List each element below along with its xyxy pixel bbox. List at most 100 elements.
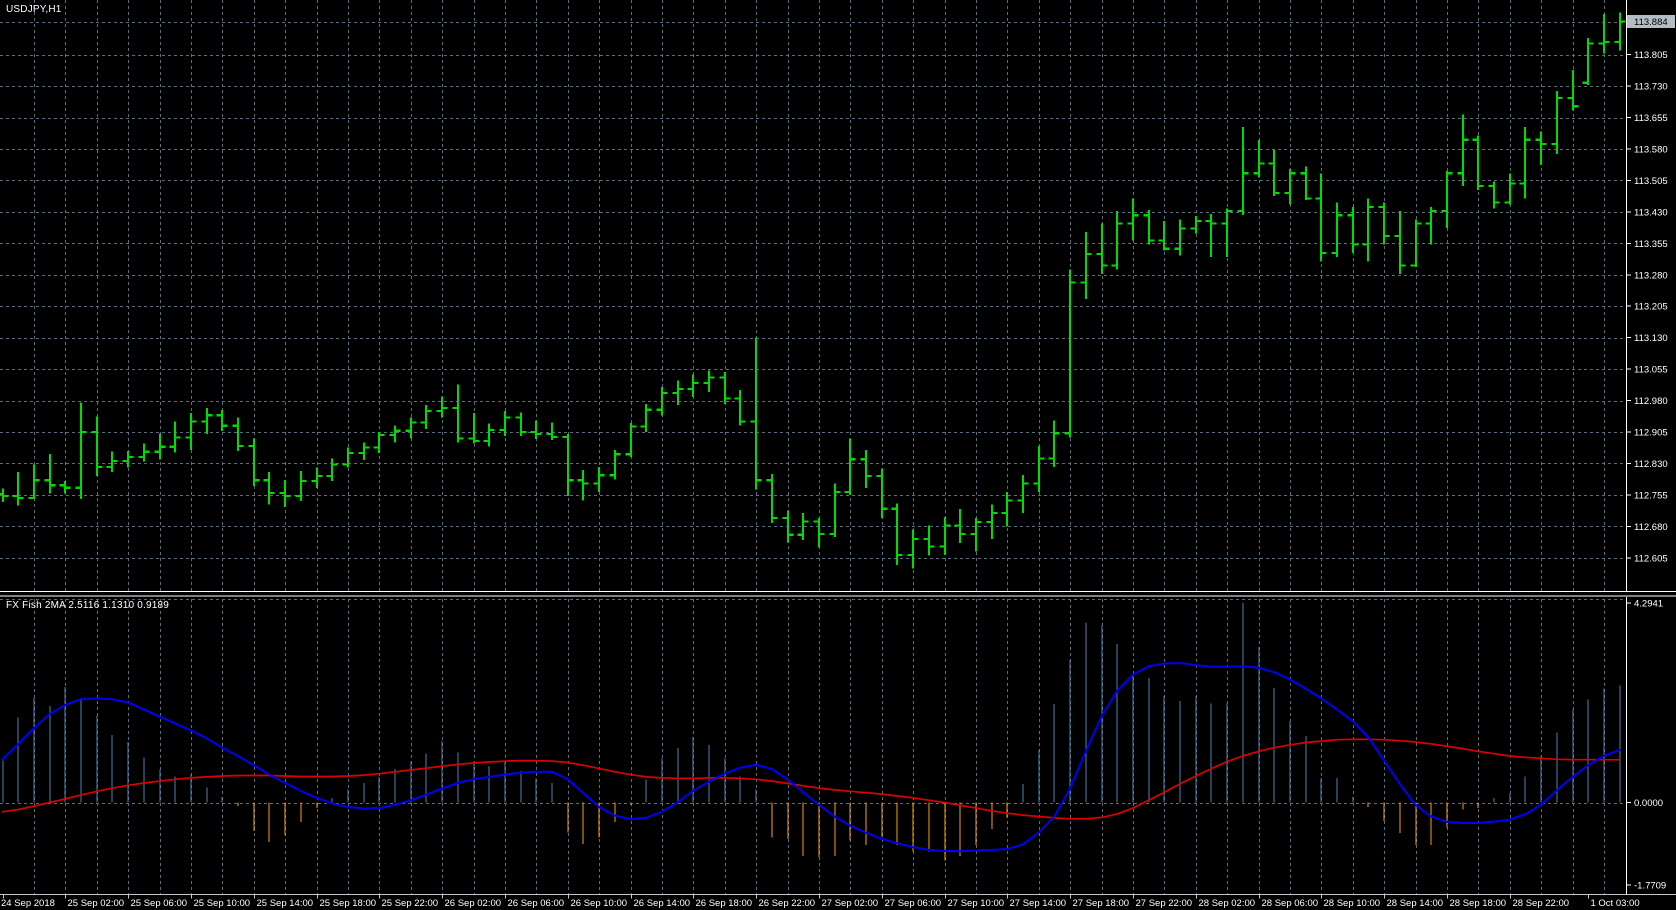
- ohlc-bar: [1568, 70, 1579, 110]
- ohlc-bar: [783, 510, 794, 542]
- price-axis-label: 112.755: [1634, 490, 1668, 501]
- price-axis-label: 112.980: [1634, 396, 1668, 407]
- ohlc-bar: [908, 530, 919, 569]
- time-axis-label: 25 Sep 14:00: [257, 898, 314, 909]
- ohlc-bar: [233, 417, 244, 451]
- ohlc-bar: [955, 509, 966, 543]
- time-axis-label: 27 Sep 22:00: [1136, 898, 1193, 909]
- ohlc-bar: [1254, 140, 1265, 178]
- ohlc-bar: [186, 413, 197, 450]
- symbol-timeframe-title: USDJPY,H1: [6, 4, 62, 15]
- ohlc-bar: [1552, 91, 1563, 154]
- ohlc-bar: [280, 480, 291, 507]
- chart-surface[interactable]: 113.805113.730113.655113.580113.505113.4…: [0, 0, 1676, 910]
- ohlc-bar: [704, 370, 715, 392]
- ohlc-bar: [343, 448, 354, 468]
- time-axis-label: 28 Sep 10:00: [1324, 898, 1381, 909]
- ohlc-bar: [1191, 216, 1202, 234]
- ohlc-bar: [1395, 211, 1406, 274]
- time-axis-label: 27 Sep 10:00: [948, 898, 1005, 909]
- ohlc-bar: [940, 517, 951, 555]
- ohlc-bar: [296, 471, 307, 501]
- ohlc-bar: [1458, 115, 1469, 186]
- time-axis[interactable]: 24 Sep 201825 Sep 02:0025 Sep 06:0025 Se…: [0, 895, 1676, 910]
- current-price-chip-label: 113.884: [1634, 17, 1668, 28]
- ohlc-bar: [1065, 270, 1076, 438]
- ohlc-bar: [1316, 173, 1327, 261]
- time-axis-label: 25 Sep 10:00: [194, 898, 251, 909]
- ohlc-bar: [1285, 169, 1296, 204]
- ohlc-bar: [13, 472, 24, 506]
- ohlc-bar: [437, 396, 448, 417]
- ohlc-bar: [139, 443, 150, 461]
- fish-histogram: [3, 603, 1620, 861]
- time-axis-label: 26 Sep 10:00: [571, 898, 628, 909]
- ohlc-bar: [735, 390, 746, 426]
- price-axis-label: 113.655: [1634, 113, 1668, 124]
- time-axis-label: 26 Sep 02:00: [445, 898, 502, 909]
- time-axis-label: 28 Sep 02:00: [1199, 898, 1256, 909]
- time-axis-label: 26 Sep 22:00: [759, 898, 816, 909]
- ohlc-bar: [1505, 173, 1516, 204]
- time-axis-label: 25 Sep 22:00: [382, 898, 439, 909]
- ohlc-bar: [92, 417, 103, 477]
- price-axis-label: 113.505: [1634, 176, 1668, 187]
- ohlc-bar: [249, 438, 260, 486]
- ohlc-bar: [453, 385, 464, 443]
- price-axis-label: 113.805: [1634, 50, 1668, 61]
- ohlc-bar: [1097, 224, 1108, 274]
- indicator-axis[interactable]: 4.29410.0000-1.7709: [1626, 597, 1666, 895]
- time-axis-label: 25 Sep 18:00: [320, 898, 377, 909]
- ohlc-bar: [720, 372, 731, 404]
- ohlc-bar: [469, 413, 480, 443]
- indicator-axis-label: 4.2941: [1634, 599, 1663, 610]
- price-axis-label: 112.605: [1634, 553, 1668, 564]
- ohlc-bar: [626, 423, 637, 457]
- panel-separator[interactable]: [0, 592, 1676, 597]
- ohlc-bar: [892, 503, 903, 565]
- ohlc-bar: [1128, 198, 1139, 240]
- price-axis-label: 113.055: [1634, 365, 1668, 376]
- ohlc-bar: [1206, 214, 1217, 257]
- time-axis-label: 27 Sep 02:00: [822, 898, 879, 909]
- ohlc-bar: [1269, 150, 1280, 196]
- ohlc-bar: [924, 526, 935, 556]
- time-axis-label: 27 Sep 14:00: [1010, 898, 1067, 909]
- time-axis-label: 28 Sep 22:00: [1513, 898, 1570, 909]
- price-axis-label: 112.905: [1634, 428, 1668, 439]
- ohlc-bar: [421, 405, 432, 429]
- time-axis-label: 26 Sep 06:00: [508, 898, 565, 909]
- ohlc-bar: [107, 452, 118, 472]
- ohlc-bar: [877, 469, 888, 518]
- ohlc-bar: [1332, 203, 1343, 258]
- time-axis-label: 26 Sep 14:00: [634, 898, 691, 909]
- ohlc-bar: [1238, 127, 1249, 215]
- indicator-values-label: FX Fish 2MA 2.5116 1.1310 0.9189: [6, 600, 169, 611]
- grid-lines: [0, 0, 1626, 895]
- ohlc-bar: [1081, 232, 1092, 299]
- ohlc-bar: [971, 518, 982, 552]
- ohlc-bar: [1348, 207, 1359, 253]
- ohlc-bar: [861, 450, 872, 488]
- price-axis[interactable]: 113.805113.730113.655113.580113.505113.4…: [1626, 0, 1675, 591]
- ohlc-bar: [578, 470, 589, 501]
- time-axis-label: 24 Sep 2018: [1, 898, 55, 909]
- ohlc-bar: [217, 410, 228, 431]
- fisher-line-blue: [3, 663, 1620, 851]
- time-axis-label: 27 Sep 06:00: [885, 898, 942, 909]
- ohlc-bar: [406, 417, 417, 438]
- ohlc-bar: [202, 408, 213, 434]
- ohlc-bar: [1159, 221, 1170, 250]
- ohlc-bar: [155, 433, 166, 459]
- time-axis-label: 25 Sep 06:00: [131, 898, 188, 909]
- ohlc-bar: [531, 421, 542, 439]
- ohlc-bar: [390, 426, 401, 443]
- time-axis-label: 28 Sep 14:00: [1387, 898, 1444, 909]
- ohlc-bar: [170, 422, 181, 453]
- ohlc-bar: [688, 375, 699, 398]
- ohlc-bar: [76, 402, 87, 499]
- ohlc-bar: [264, 472, 275, 505]
- ohlc-bar: [1049, 421, 1060, 467]
- ohlc-bar: [500, 411, 511, 436]
- ohlc-bar: [1583, 38, 1594, 85]
